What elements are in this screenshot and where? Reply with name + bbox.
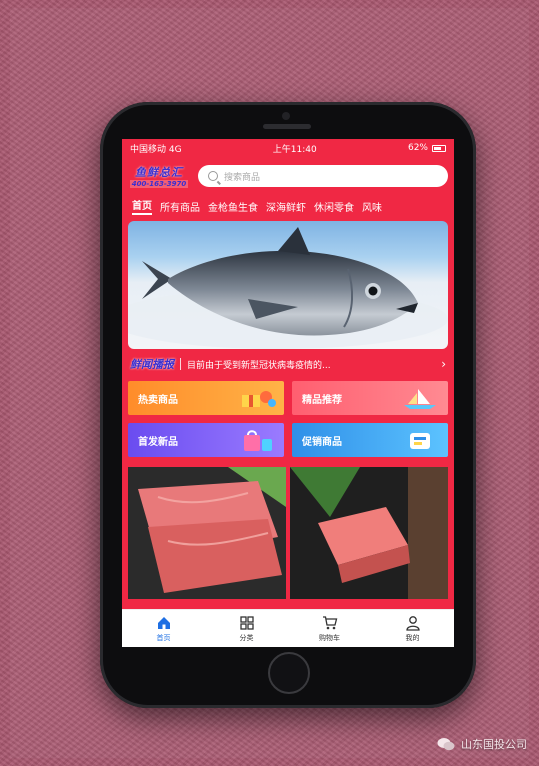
tab-bar-label: 首页 (156, 633, 171, 642)
product-card[interactable] (290, 467, 448, 599)
news-ticker[interactable]: 鲜闻播报 目前由于受到新型冠状病毒疫情的... › (128, 349, 448, 379)
grid-icon (239, 615, 254, 630)
carrier-label: 中国移动 4G (130, 144, 182, 155)
tab-bar-profile[interactable]: 我的 (383, 615, 443, 643)
home-content: 鲜闻播报 目前由于受到新型冠状病毒疫情的... › 热卖商品 精品推荐 首发新品… (122, 217, 454, 611)
logo-phone: 400-163-3970 (129, 180, 189, 188)
tab-bar-label: 购物车 (319, 633, 340, 642)
bottom-tab-bar: 首页 分类 购物车 我的 (122, 609, 454, 647)
tab-bar-category[interactable]: 分类 (217, 615, 277, 643)
news-text: 目前由于受到新型冠状病毒疫情的... (187, 360, 331, 371)
clock-label: 上午11:40 (272, 144, 317, 155)
home-hardware-button[interactable] (268, 652, 310, 694)
hero-banner[interactable] (128, 221, 448, 349)
promotions-button[interactable]: 促销商品 (292, 423, 448, 457)
search-icon (208, 171, 218, 181)
tab-deep-sea-shrimp[interactable]: 深海鲜虾 (266, 199, 306, 214)
wechat-icon (437, 738, 455, 751)
tab-bar-cart[interactable]: 购物车 (300, 615, 360, 643)
user-icon (405, 615, 420, 631)
search-input[interactable]: 搜索商品 (198, 165, 448, 187)
status-bar: 中国移动 4G 上午11:40 62% (122, 139, 454, 157)
shopping-bag-icon (244, 430, 272, 451)
tab-bar-home[interactable]: 首页 (134, 615, 194, 643)
tuna-fish-image (128, 227, 448, 349)
phone-device: 中国移动 4G 上午11:40 62% 鱼鲜总汇 400-163-3970 搜索… (100, 102, 476, 708)
price-tag-icon (410, 433, 430, 449)
news-logo: 鲜闻播报 (130, 358, 174, 371)
front-camera (282, 112, 290, 120)
tuna-block-image (290, 467, 448, 599)
tab-bar-label: 我的 (405, 633, 420, 642)
tab-all-products[interactable]: 所有商品 (160, 199, 200, 214)
tab-home[interactable]: 首页 (132, 197, 152, 215)
product-card[interactable] (128, 467, 286, 599)
gift-box-icon (242, 391, 276, 407)
status-right: 62% (408, 143, 446, 153)
home-icon (157, 616, 170, 629)
tab-snacks[interactable]: 休闲零食 (314, 199, 354, 214)
product-grid (128, 467, 448, 599)
earpiece-speaker (263, 124, 311, 129)
category-shortcuts: 热卖商品 精品推荐 首发新品 促销商品 (128, 381, 448, 457)
hot-products-button[interactable]: 热卖商品 (128, 381, 284, 415)
app-header: 鱼鲜总汇 400-163-3970 搜索商品 (122, 157, 454, 195)
chevron-right-icon: › (441, 357, 446, 371)
featured-products-button[interactable]: 精品推荐 (292, 381, 448, 415)
boat-icon (404, 389, 436, 409)
watermark-text: 山东国投公司 (461, 738, 527, 751)
watermark: 山东国投公司 (437, 736, 527, 752)
battery-icon (431, 144, 446, 152)
category-label: 精品推荐 (302, 394, 342, 406)
category-label: 热卖商品 (138, 394, 178, 406)
tuna-steak-image (128, 467, 286, 599)
category-label: 促销商品 (302, 436, 342, 448)
app-screen: 中国移动 4G 上午11:40 62% 鱼鲜总汇 400-163-3970 搜索… (122, 139, 454, 647)
new-arrivals-button[interactable]: 首发新品 (128, 423, 284, 457)
tab-bar-label: 分类 (239, 633, 254, 642)
cart-icon (322, 615, 337, 629)
battery-percent: 62% (407, 143, 428, 153)
logo-title: 鱼鲜总汇 (135, 166, 183, 179)
category-nav: 首页 所有商品 金枪鱼生食 深海鲜虾 休闲零食 风味 (122, 195, 454, 217)
news-divider (180, 358, 181, 370)
search-placeholder: 搜索商品 (224, 172, 261, 183)
tab-tuna-sashimi[interactable]: 金枪鱼生食 (208, 199, 258, 214)
brand-logo[interactable]: 鱼鲜总汇 400-163-3970 (128, 162, 190, 190)
category-label: 首发新品 (138, 436, 178, 448)
tab-flavor[interactable]: 风味 (362, 199, 382, 214)
